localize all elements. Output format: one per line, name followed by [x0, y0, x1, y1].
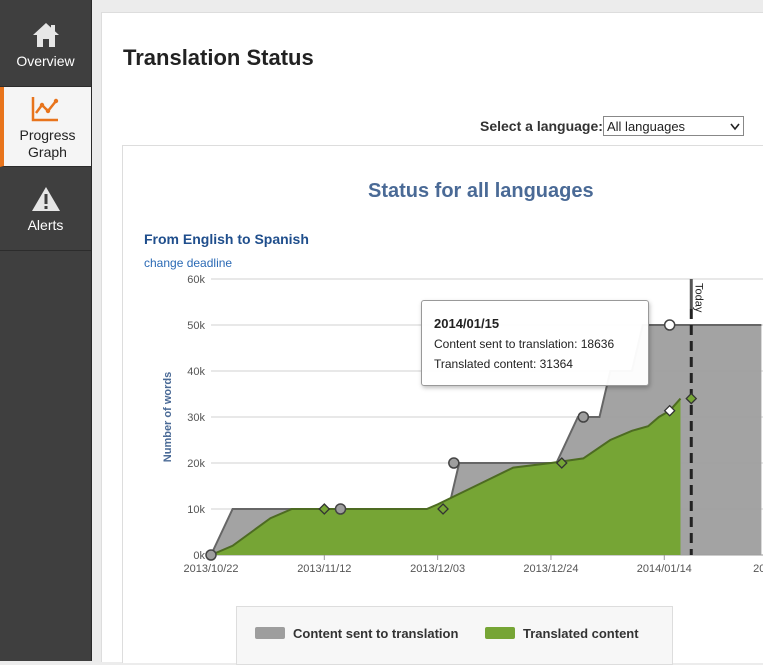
- chevron-down-icon: [730, 119, 740, 134]
- legend-label-translated: Translated content: [523, 626, 639, 641]
- x-tick-label: 2013/12/24: [523, 563, 578, 575]
- y-tick-label: 10k: [187, 504, 205, 516]
- legend-item-sent[interactable]: Content sent to translation: [255, 626, 458, 641]
- x-tick-label: 2013/12/03: [410, 563, 465, 575]
- x-tick-label: 2013/11/12: [297, 563, 351, 575]
- warning-icon: [31, 186, 61, 212]
- today-label: Today: [692, 283, 704, 313]
- sidebar-item-overview[interactable]: Overview: [0, 3, 91, 87]
- sidebar-item-progress-graph[interactable]: Progress Graph: [0, 87, 91, 167]
- data-point-sent: [205, 549, 217, 561]
- legend-label-sent: Content sent to translation: [293, 626, 459, 641]
- y-axis-label: Number of words: [162, 372, 174, 462]
- data-point-sent: [448, 457, 460, 469]
- language-label: Select a language:: [480, 118, 603, 134]
- y-tick-label: 0k: [193, 550, 205, 562]
- sidebar-item-label: Progress Graph: [19, 127, 76, 160]
- sidebar-item-alerts[interactable]: Alerts: [0, 167, 91, 251]
- main-content: Translation Status Select a language: Al…: [101, 12, 763, 665]
- legend-swatch-translated: [485, 627, 515, 639]
- data-point-sent: [334, 503, 347, 515]
- legend-swatch-sent: [255, 627, 285, 639]
- y-tick-label: 30k: [187, 412, 205, 424]
- sidebar-item-label: Alerts: [27, 217, 64, 233]
- language-select[interactable]: All languages: [603, 116, 744, 136]
- tooltip-date: 2014/01/15: [434, 316, 500, 331]
- data-point-sent: [577, 411, 590, 423]
- legend-item-translated[interactable]: Translated content: [485, 626, 639, 641]
- sidebar: Overview Progress Graph Alerts: [0, 0, 92, 661]
- home-icon: [31, 21, 61, 49]
- x-tick-label: 2014/01/14: [637, 563, 692, 575]
- language-select-value: All languages: [607, 118, 686, 134]
- y-tick-label: 60k: [187, 274, 205, 286]
- y-tick-label: 40k: [187, 366, 205, 378]
- x-tick-label: 2013/10/22: [183, 563, 238, 575]
- chart-legend: Content sent to translation Translated c…: [236, 606, 673, 665]
- y-tick-label: 50k: [187, 320, 205, 332]
- chart-panel: Status for all languages From English to…: [122, 145, 763, 665]
- sidebar-item-label: Overview: [16, 53, 75, 69]
- data-point-sent: [663, 319, 676, 331]
- tooltip-translated: Translated content: 31364: [434, 357, 573, 371]
- tooltip-sent: Content sent to translation: 18636: [434, 337, 615, 351]
- page-title: Translation Status: [123, 45, 314, 70]
- x-tick-label: 2014/02/0: [753, 563, 763, 575]
- line-chart-icon: [30, 95, 60, 123]
- y-tick-label: 20k: [187, 458, 205, 470]
- chart-tooltip: 2014/01/15 Content sent to translation: …: [421, 300, 649, 386]
